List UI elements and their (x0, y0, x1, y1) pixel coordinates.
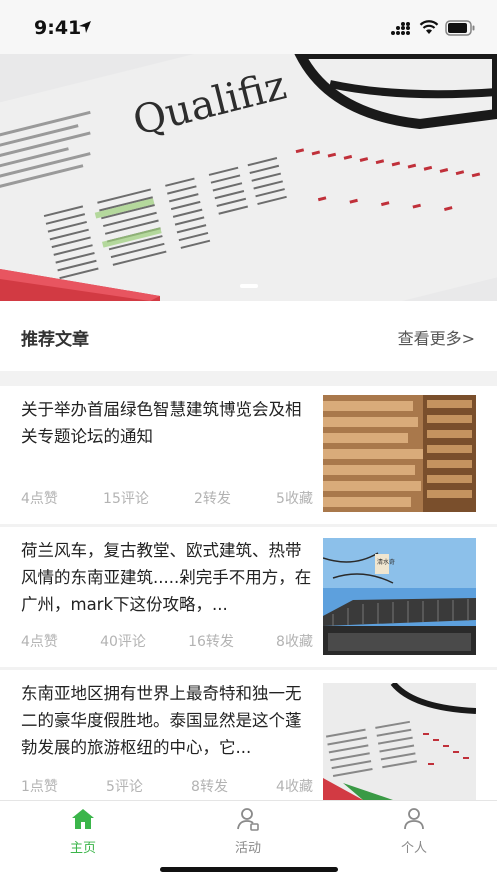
article-thumbnail-roof: 清水奇 (323, 538, 476, 655)
article-card[interactable]: 荷兰风车，复古教堂、欧式建筑、热带风情的东南亚建筑.....剁完手不用方，在广州… (0, 527, 497, 667)
favorites-count[interactable]: 5收藏 (276, 488, 313, 508)
article-title: 东南亚地区拥有世界上最奇特和独一无二的豪华度假胜地。泰国显然是这个蓬勃发展的旅游… (21, 684, 302, 757)
recommended-articles-header: 推荐文章 查看更多> (0, 301, 497, 371)
article-stats: 4点赞 40评论 16转发 8收藏 (21, 631, 313, 651)
signal-icon (391, 22, 410, 35)
article-stats: 1点赞 5评论 8转发 4收藏 (21, 776, 313, 796)
home-icon (72, 809, 94, 829)
likes-count[interactable]: 1点赞 (21, 776, 58, 796)
location-arrow-icon (79, 21, 91, 33)
comments-count[interactable]: 40评论 (100, 631, 146, 651)
thumbnail-sign-text: 清水奇 (377, 558, 395, 566)
article-thumbnail-newspaper (323, 683, 476, 800)
article-title: 荷兰风车，复古教堂、欧式建筑、热带风情的东南亚建筑.....剁完手不用方，在广州… (21, 541, 312, 614)
carousel-page-indicator[interactable] (240, 284, 258, 288)
shares-count[interactable]: 16转发 (188, 631, 234, 651)
banner-newspaper-image: Qualifiz (0, 54, 497, 301)
shares-count[interactable]: 2转发 (194, 488, 231, 508)
likes-count[interactable]: 4点赞 (21, 488, 58, 508)
article-title: 关于举办首届绿色智慧建筑博览会及相关专题论坛的通知 (21, 400, 302, 446)
battery-icon (445, 20, 475, 36)
likes-count[interactable]: 4点赞 (21, 631, 58, 651)
home-indicator[interactable] (160, 867, 338, 872)
wifi-icon (419, 20, 439, 34)
view-more-link[interactable]: 查看更多> (398, 325, 475, 349)
tab-activity[interactable]: 活动 (208, 807, 288, 856)
article-thumbnail-wood (323, 395, 476, 512)
favorites-count[interactable]: 4收藏 (276, 776, 313, 796)
tab-home[interactable]: 主页 (43, 807, 123, 856)
banner-carousel[interactable]: Qualifiz (0, 54, 497, 301)
section-title: 推荐文章 (21, 330, 89, 350)
activity-person-icon (237, 808, 259, 831)
article-card[interactable]: 东南亚地区拥有世界上最奇特和独一无二的豪华度假胜地。泰国显然是这个蓬勃发展的旅游… (0, 670, 497, 800)
profile-person-icon (404, 808, 424, 830)
shares-count[interactable]: 8转发 (191, 776, 228, 796)
comments-count[interactable]: 5评论 (106, 776, 143, 796)
article-card[interactable]: 关于举办首届绿色智慧建筑博览会及相关专题论坛的通知 4点赞 15评论 2转发 5… (0, 386, 497, 524)
tab-profile[interactable]: 个人 (374, 807, 454, 856)
tab-label: 活动 (234, 841, 261, 856)
favorites-count[interactable]: 8收藏 (276, 631, 313, 651)
status-time: 9:41 (34, 17, 82, 39)
tab-label: 个人 (400, 841, 427, 856)
status-bar: 9:41 (0, 0, 497, 54)
article-stats: 4点赞 15评论 2转发 5收藏 (21, 488, 313, 508)
comments-count[interactable]: 15评论 (103, 488, 149, 508)
tab-label: 主页 (69, 841, 96, 856)
